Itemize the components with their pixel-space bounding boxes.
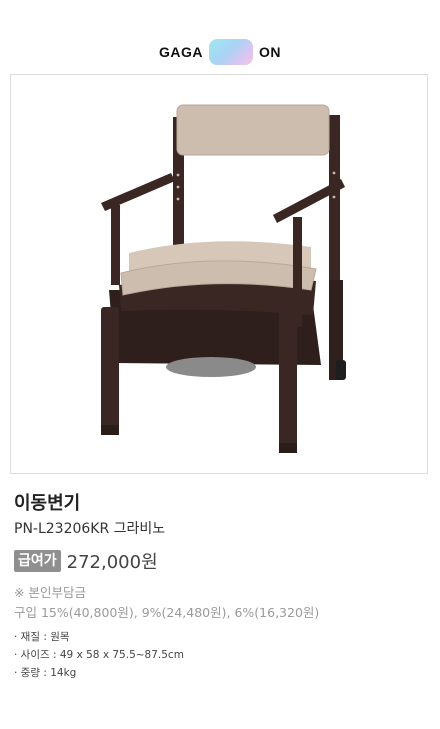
spec-weight: · 중량 : 14kg xyxy=(14,667,77,679)
logo-text-left: GAGA xyxy=(159,44,203,60)
spec-size: · 사이즈 : 49 x 58 x 75.5~87.5cm xyxy=(14,649,184,661)
logo-gradient-pill xyxy=(209,39,253,65)
purchase-prices: 구입 15%(40,800원), 9%(24,480원), 6%(16,320원… xyxy=(14,605,320,620)
product-model: PN-L23206KR 그라비노 xyxy=(14,521,166,537)
price-badge: 급여가 xyxy=(14,550,61,572)
spec-material: · 재질 : 원목 xyxy=(14,631,70,643)
price-row: 급여가 272,000원 xyxy=(14,548,158,574)
spec-list: · 재질 : 원목 · 사이즈 : 49 x 58 x 75.5~87.5cm … xyxy=(14,628,184,682)
logo-text-right: ON xyxy=(259,44,281,60)
brand-logo[interactable]: GAGA ON xyxy=(0,38,440,66)
product-title: 이동변기 xyxy=(14,493,81,514)
product-image-frame xyxy=(10,74,428,474)
product-price: 272,000원 xyxy=(66,552,158,573)
copay-note: ※ 본인부담금 xyxy=(14,585,86,600)
product-image-commode-chair xyxy=(101,104,346,453)
